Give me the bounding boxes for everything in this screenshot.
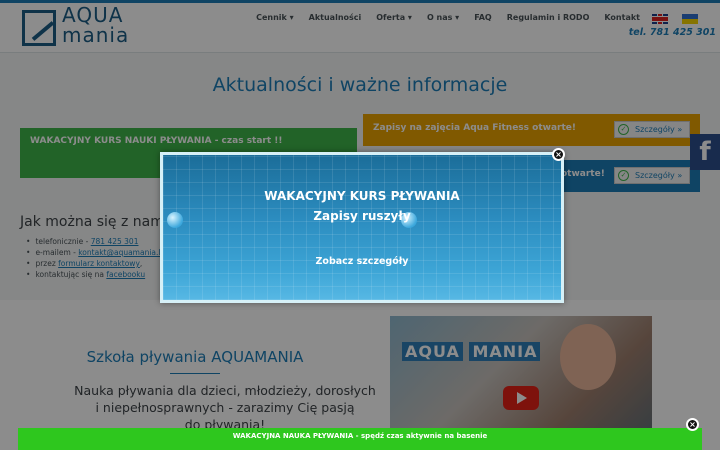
modal-details-link[interactable]: Zobacz szczegóły [163, 256, 561, 267]
modal-subtitle: Zapisy ruszyły [313, 209, 411, 223]
modal-close-icon[interactable]: × [552, 148, 565, 161]
modal-title: WAKACYJNY KURS PŁYWANIA [264, 189, 460, 203]
bottom-announcement-bar[interactable]: WAKACYJNA NAUKA PŁYWANIA - spędź czas ak… [18, 428, 702, 450]
bottom-bar-text: WAKACYJNA NAUKA PŁYWANIA - spędź czas ak… [232, 432, 488, 440]
promo-modal: WAKACYJNY KURS PŁYWANIA Zapisy ruszyły Z… [160, 152, 564, 303]
bottom-bar-close-icon[interactable]: × [686, 418, 699, 431]
